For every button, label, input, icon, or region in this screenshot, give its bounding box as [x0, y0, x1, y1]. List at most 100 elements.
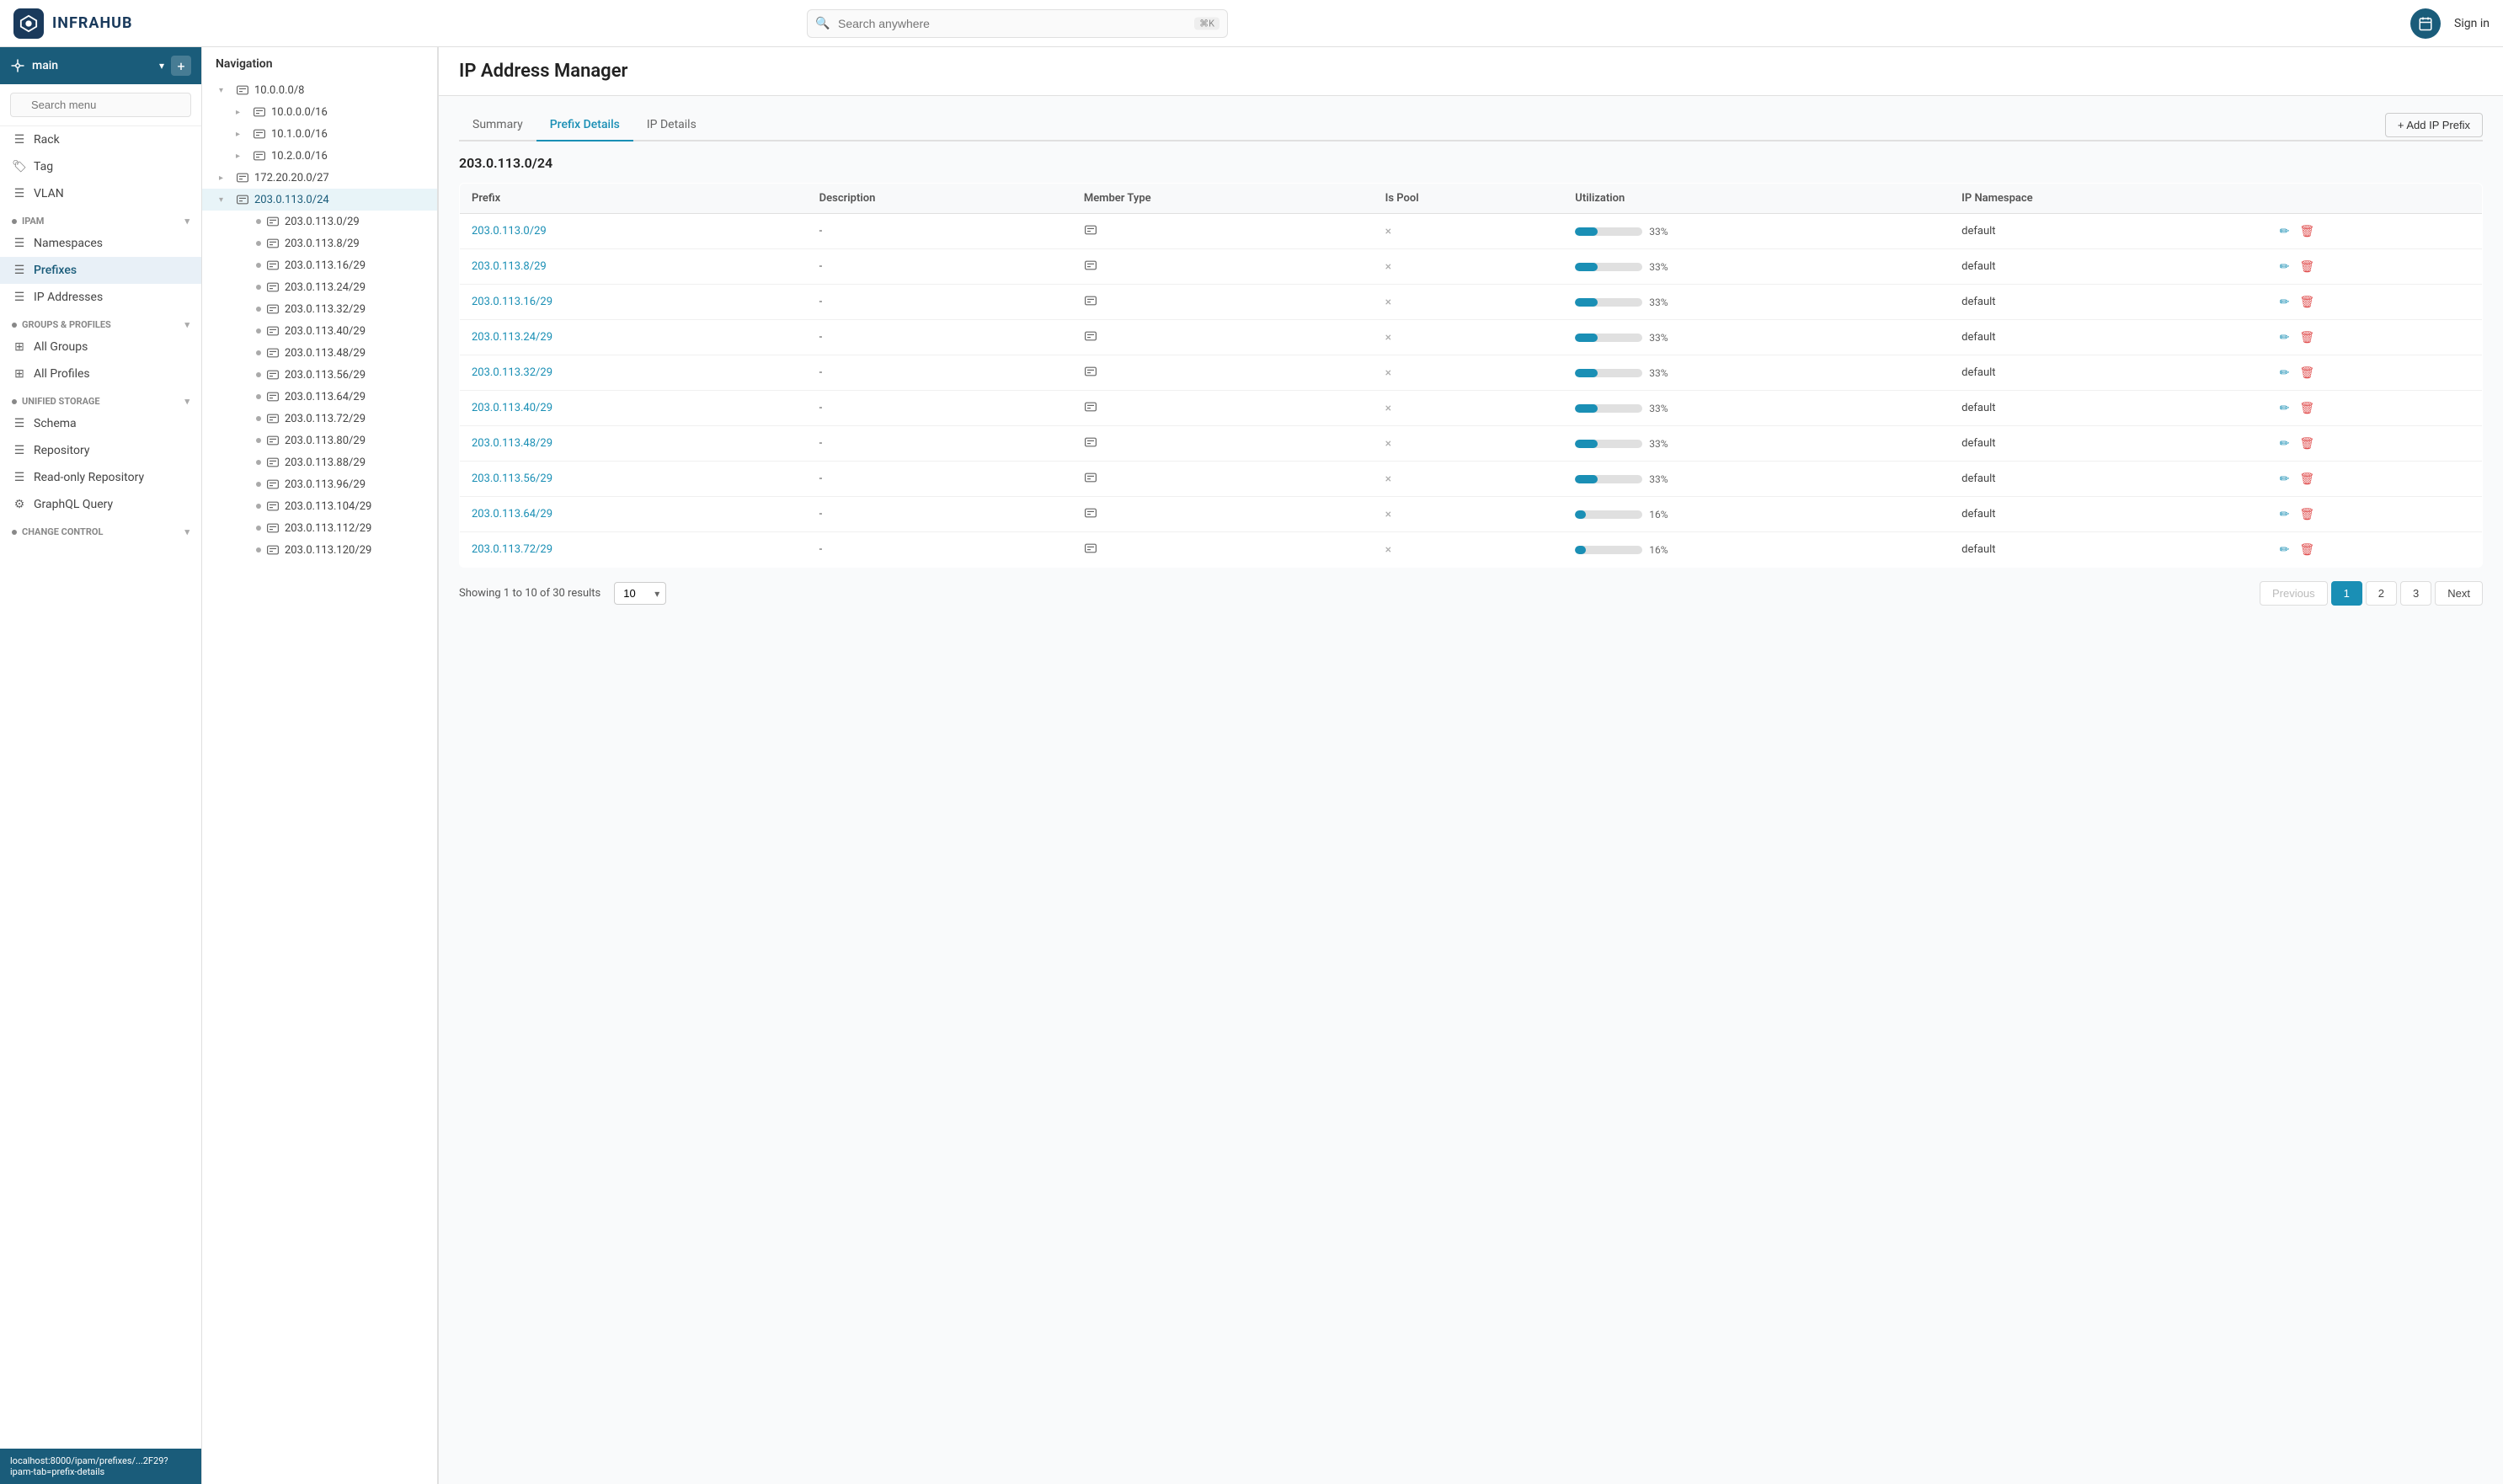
page-button-2[interactable]: 2 [2366, 581, 2397, 606]
tree-item[interactable]: ▸10.1.0.0/16 [202, 123, 437, 145]
calendar-button[interactable] [2410, 8, 2441, 39]
sidebar-item-readonly-repo[interactable]: ☰ Read-only Repository [0, 464, 201, 491]
edit-button[interactable]: ✏ [2276, 435, 2293, 452]
prefix-icon [253, 127, 266, 141]
cell-prefix: 203.0.113.48/29 [460, 426, 808, 462]
edit-button[interactable]: ✏ [2276, 470, 2293, 488]
tree-item[interactable]: ▸10.0.0.0/16 [202, 101, 437, 123]
sidebar-item-all-groups[interactable]: ⊞ All Groups [0, 334, 201, 360]
tree-item[interactable]: ▸10.2.0.0/16 [202, 145, 437, 167]
delete-button[interactable]: 🗑 [2296, 541, 2318, 558]
cell-utilization: 16% [1563, 532, 1950, 568]
sidebar-item-graphql-label: GraphQL Query [34, 498, 113, 511]
sidebar-item-rack[interactable]: ☰ Rack [0, 126, 201, 153]
delete-button[interactable]: 🗑 [2296, 293, 2318, 311]
sidebar-item-vlan[interactable]: ☰ VLAN [0, 180, 201, 207]
tag-icon: 🏷 [12, 160, 27, 173]
edit-button[interactable]: ✏ [2276, 293, 2293, 311]
tree-item[interactable]: 203.0.113.32/29 [202, 298, 437, 320]
edit-button[interactable]: ✏ [2276, 364, 2293, 382]
branch-selector[interactable]: main ▾ + [0, 47, 201, 84]
delete-button[interactable]: 🗑 [2296, 328, 2318, 346]
branch-add-button[interactable]: + [171, 56, 191, 76]
prefixes-icon: ☰ [12, 264, 27, 277]
per-page-select[interactable]: 102550100 [614, 582, 666, 605]
edit-button[interactable]: ✏ [2276, 328, 2293, 346]
sidebar-search-input[interactable] [10, 93, 191, 117]
cell-namespace: default [1950, 497, 2264, 532]
sidebar-item-ip-addresses[interactable]: ☰ IP Addresses [0, 284, 201, 311]
tree-item-label: 203.0.113.24/29 [285, 281, 366, 294]
tree-item[interactable]: 203.0.113.56/29 [202, 364, 437, 386]
cell-namespace: default [1950, 426, 2264, 462]
sidebar-item-repository[interactable]: ☰ Repository [0, 437, 201, 464]
groups-collapse-icon[interactable]: ▾ [184, 319, 189, 330]
delete-button[interactable]: 🗑 [2296, 505, 2318, 523]
pool-x-mark: × [1385, 225, 1391, 238]
tree-item[interactable]: 203.0.113.48/29 [202, 342, 437, 364]
tree-item[interactable]: 203.0.113.8/29 [202, 232, 437, 254]
page-button-3[interactable]: 3 [2400, 581, 2431, 606]
sidebar-item-tag[interactable]: 🏷 Tag [0, 153, 201, 180]
delete-button[interactable]: 🗑 [2296, 399, 2318, 417]
delete-button[interactable]: 🗑 [2296, 364, 2318, 382]
tree-item[interactable]: 203.0.113.24/29 [202, 276, 437, 298]
cell-description: - [808, 320, 1072, 355]
edit-button[interactable]: ✏ [2276, 258, 2293, 275]
member-type-icon [1084, 294, 1097, 307]
cell-prefix: 203.0.113.64/29 [460, 497, 808, 532]
search-input[interactable] [807, 9, 1228, 38]
edit-button[interactable]: ✏ [2276, 541, 2293, 558]
tree-item[interactable]: 203.0.113.96/29 [202, 473, 437, 495]
tree-item[interactable]: 203.0.113.64/29 [202, 386, 437, 408]
delete-button[interactable]: 🗑 [2296, 470, 2318, 488]
next-button[interactable]: Next [2435, 581, 2483, 606]
sidebar-item-all-profiles[interactable]: ⊞ All Profiles [0, 360, 201, 387]
bullet-icon [256, 504, 261, 509]
repository-icon: ☰ [12, 444, 27, 457]
tree-item[interactable]: ▸172.20.20.0/27 [202, 167, 437, 189]
sidebar-item-graphql[interactable]: ⚙ GraphQL Query [0, 491, 201, 518]
sidebar-item-prefixes[interactable]: ☰ Prefixes [0, 257, 201, 284]
cell-is-pool: × [1374, 249, 1564, 285]
tree-item[interactable]: 203.0.113.120/29 [202, 539, 437, 561]
add-prefix-button[interactable]: + Add IP Prefix [2385, 113, 2483, 137]
prefix-icon [266, 302, 280, 316]
cell-description: - [808, 249, 1072, 285]
sidebar-item-all-groups-label: All Groups [34, 340, 88, 354]
sidebar-item-schema[interactable]: ☰ Schema [0, 410, 201, 437]
ipam-collapse-icon[interactable]: ▾ [184, 216, 189, 227]
delete-button[interactable]: 🗑 [2296, 435, 2318, 452]
tab-ip-details[interactable]: IP Details [633, 109, 710, 141]
prev-button[interactable]: Previous [2260, 581, 2328, 606]
cell-prefix: 203.0.113.56/29 [460, 462, 808, 497]
sidebar-item-namespaces[interactable]: ☰ Namespaces [0, 230, 201, 257]
cell-prefix: 203.0.113.8/29 [460, 249, 808, 285]
delete-button[interactable]: 🗑 [2296, 222, 2318, 240]
tree-item[interactable]: 203.0.113.40/29 [202, 320, 437, 342]
tree-item-label: 10.2.0.0/16 [271, 150, 328, 163]
tree-item[interactable]: 203.0.113.88/29 [202, 451, 437, 473]
cell-namespace: default [1950, 249, 2264, 285]
delete-button[interactable]: 🗑 [2296, 258, 2318, 275]
ipam-section-header: IPAM ▾ [0, 207, 201, 230]
change-control-collapse-icon[interactable]: ▾ [184, 526, 189, 537]
edit-button[interactable]: ✏ [2276, 222, 2293, 240]
tab-summary[interactable]: Summary [459, 109, 536, 141]
tree-item[interactable]: 203.0.113.104/29 [202, 495, 437, 517]
tab-prefix-details[interactable]: Prefix Details [536, 109, 633, 141]
tree-item[interactable]: 203.0.113.80/29 [202, 430, 437, 451]
unified-storage-collapse-icon[interactable]: ▾ [184, 396, 189, 407]
tree-item[interactable]: 203.0.113.16/29 [202, 254, 437, 276]
tree-item[interactable]: 203.0.113.72/29 [202, 408, 437, 430]
page-button-1[interactable]: 1 [2331, 581, 2362, 606]
cell-utilization: 33% [1563, 391, 1950, 426]
tree-item[interactable]: ▾203.0.113.0/24 [202, 189, 437, 211]
tree-item[interactable]: 203.0.113.0/29 [202, 211, 437, 232]
sign-in-button[interactable]: Sign in [2454, 17, 2490, 30]
tree-item[interactable]: ▾10.0.0.0/8 [202, 79, 437, 101]
edit-button[interactable]: ✏ [2276, 399, 2293, 417]
topbar: INFRAHUB 🔍 ⌘K Sign in [0, 0, 2503, 47]
tree-item[interactable]: 203.0.113.112/29 [202, 517, 437, 539]
edit-button[interactable]: ✏ [2276, 505, 2293, 523]
